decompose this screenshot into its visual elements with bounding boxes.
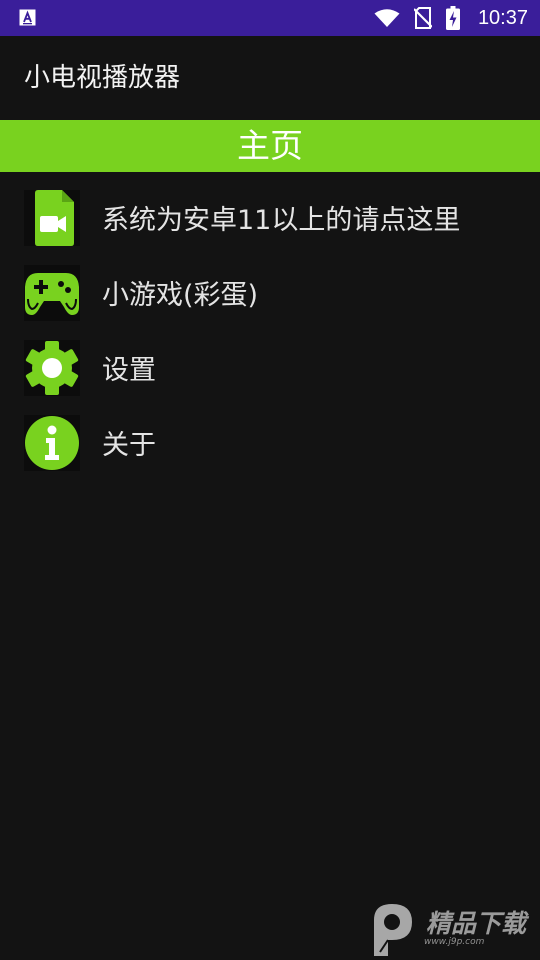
menu-item-label: 设置	[102, 355, 156, 386]
menu-item-about[interactable]: 关于	[0, 405, 540, 480]
menu-item-mini-game[interactable]: 小游戏(彩蛋)	[0, 255, 540, 330]
menu-item-android11[interactable]: 系统为安卓11以上的请点这里	[0, 180, 540, 255]
gamepad-icon	[24, 264, 80, 321]
status-bar: 10:37	[0, 0, 540, 36]
menu-list: 系统为安卓11以上的请点这里 小游戏(彩蛋) 设置 关于	[0, 180, 540, 480]
menu-item-label: 小游戏(彩蛋)	[102, 280, 259, 311]
menu-item-label: 关于	[102, 430, 156, 461]
watermark-text: 精品下载	[426, 909, 527, 938]
status-icons: 10:37	[374, 0, 528, 36]
watermark: 精品下载 www.j9p.com	[366, 900, 536, 958]
app-title: 小电视播放器	[24, 63, 181, 93]
watermark-logo-icon	[374, 904, 412, 956]
home-banner: 主页	[0, 120, 540, 172]
video-file-icon	[24, 189, 80, 246]
menu-item-settings[interactable]: 设置	[0, 330, 540, 405]
wifi-icon	[374, 9, 400, 27]
menu-item-label: 系统为安卓11以上的请点这里	[102, 205, 461, 236]
watermark-url: www.j9p.com	[424, 937, 485, 947]
no-sim-icon	[413, 7, 432, 29]
app-bar: 小电视播放器	[0, 36, 540, 120]
info-icon	[24, 414, 80, 471]
app-notification-icon	[19, 9, 36, 26]
status-time: 10:37	[477, 6, 528, 29]
gear-icon	[24, 339, 80, 396]
battery-charging-icon	[445, 6, 460, 30]
